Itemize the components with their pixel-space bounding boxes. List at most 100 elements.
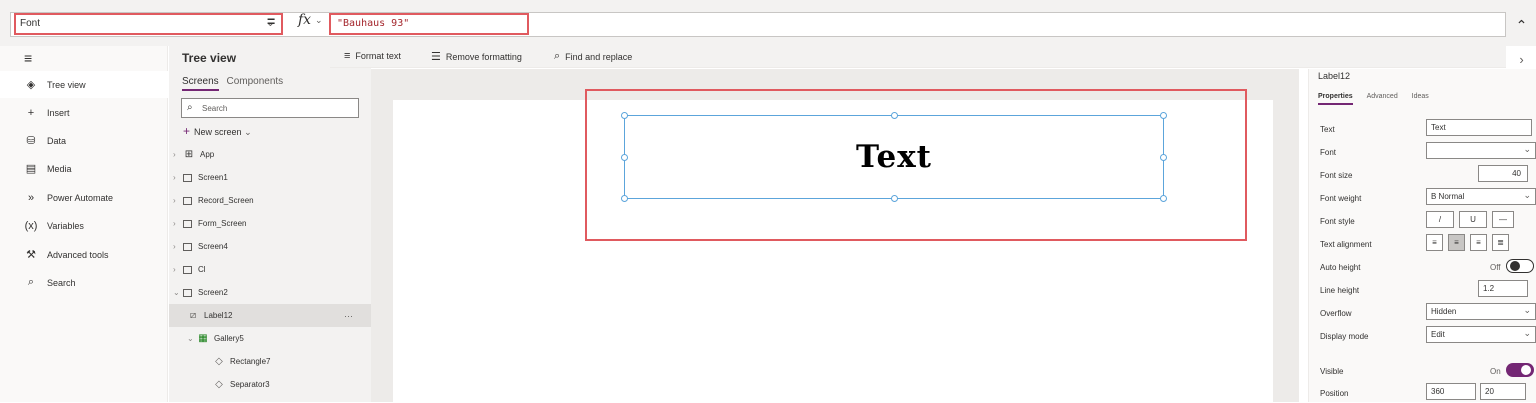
prop-label: Text	[1320, 125, 1335, 134]
font-dropdown[interactable]: ⌄	[1426, 142, 1536, 159]
screen-icon	[183, 173, 192, 182]
prop-label: Font weight	[1320, 194, 1362, 203]
font-weight-value: B Normal	[1431, 192, 1465, 201]
hamburger-icon[interactable]: ≡	[24, 50, 32, 66]
tree-search-input[interactable]: ⌕ Search	[181, 98, 359, 118]
font-size-value: 40	[1512, 169, 1521, 178]
strikethrough-button[interactable]: —	[1492, 211, 1514, 228]
property-dropdown[interactable]: Font ⌄	[14, 13, 283, 35]
search-icon: ⌕	[554, 50, 561, 62]
prop-label: Auto height	[1320, 263, 1361, 272]
resize-handle[interactable]	[1160, 195, 1167, 202]
tab-advanced[interactable]: Advanced	[1367, 93, 1398, 103]
screen-icon	[183, 196, 192, 205]
position-x-value: 360	[1431, 387, 1445, 396]
tree-row-cl[interactable]: › Cl	[169, 258, 371, 281]
align-justify-icon[interactable]: ≣	[1492, 234, 1509, 251]
line-height-input[interactable]: 1.2	[1478, 280, 1528, 297]
resize-handle[interactable]	[621, 154, 628, 161]
search-icon: ⌕	[27, 276, 35, 288]
display-mode-dropdown[interactable]: Edit ⌄	[1426, 326, 1536, 343]
prop-label: Visible	[1320, 367, 1344, 376]
tree-row-label: Cl	[198, 265, 206, 274]
underline-button[interactable]: U	[1459, 211, 1487, 228]
nav-item-tree-view[interactable]: ◈ Tree view	[0, 71, 168, 98]
fx-chevron-icon[interactable]: ⌄	[315, 15, 323, 26]
tab-ideas[interactable]: Ideas	[1412, 93, 1429, 103]
chevron-down-icon: ⌄	[187, 334, 194, 343]
toolbar-expand-button[interactable]: ›	[1507, 48, 1536, 70]
find-replace-button[interactable]: ⌕ Find and replace	[554, 50, 632, 63]
tree-row-app[interactable]: › ⊞ App	[169, 143, 371, 166]
chevron-right-icon: ›	[173, 242, 176, 251]
italic-button[interactable]: /	[1426, 211, 1454, 228]
nav-item-variables[interactable]: (x) Variables	[0, 212, 168, 239]
tab-components[interactable]: Components	[226, 76, 283, 89]
prop-label: Position	[1320, 389, 1349, 398]
resize-handle[interactable]	[891, 195, 898, 202]
resize-handle[interactable]	[891, 112, 898, 119]
formula-input[interactable]: "Bauhaus 93"	[329, 13, 529, 35]
resize-handle[interactable]	[621, 195, 628, 202]
visible-toggle[interactable]	[1506, 363, 1534, 377]
prop-font-style: Font style / U —	[1318, 211, 1536, 231]
prop-font: Font ⌄	[1318, 142, 1536, 162]
remove-formatting-button[interactable]: ☰ Remove formatting	[431, 50, 522, 63]
resize-handle[interactable]	[621, 112, 628, 119]
nav-item-data[interactable]: ⛁ Data	[0, 127, 168, 154]
new-screen-button[interactable]: + New screen ⌄	[183, 124, 252, 138]
tree-row-label: Record_Screen	[198, 196, 254, 205]
tree-row-gallery5[interactable]: ⌄ ▦ Gallery5	[169, 327, 371, 350]
auto-height-toggle[interactable]	[1506, 259, 1534, 273]
tree-row-rectangle7[interactable]: ◇ Rectangle7	[169, 350, 371, 373]
align-right-icon[interactable]: ≡	[1470, 234, 1487, 251]
chevron-down-icon: ⌄	[1523, 144, 1531, 154]
tree-row-screen1[interactable]: › Screen1	[169, 166, 371, 189]
label12-control[interactable]: Text	[621, 112, 1167, 202]
tree-row-label: App	[200, 150, 215, 159]
position-x-input[interactable]: 360	[1426, 383, 1476, 400]
text-value-input[interactable]: Text	[1426, 119, 1532, 136]
align-center-icon[interactable]: ≡	[1448, 234, 1465, 251]
chevron-right-icon: ›	[173, 173, 176, 182]
nav-item-media[interactable]: ▤ Media	[0, 155, 168, 182]
nav-item-power-automate[interactable]: » Power Automate	[0, 184, 168, 211]
tree-row-screen4[interactable]: › Screen4	[169, 235, 371, 258]
tab-screens[interactable]: Screens	[182, 76, 219, 91]
fx-icon[interactable]: fx	[298, 12, 311, 28]
tree-row-label: Screen4	[198, 242, 228, 251]
chevron-up-icon: ⌃	[1515, 17, 1528, 33]
chevron-right-icon: ›	[173, 150, 176, 159]
tree-row-separator3[interactable]: ◇ Separator3	[169, 373, 371, 396]
tree-row-form-screen[interactable]: › Form_Screen	[169, 212, 371, 235]
search-placeholder: Search	[202, 104, 228, 113]
app-icon: ⊞	[184, 149, 194, 160]
tree-row-screen2[interactable]: ⌄ Screen2	[169, 281, 371, 304]
tree-row-label12[interactable]: ⧄ Label12 ···	[169, 304, 371, 327]
tree-row-record-screen[interactable]: › Record_Screen	[169, 189, 371, 212]
prop-label: Font style	[1320, 217, 1355, 226]
tree-row-label: Gallery5	[214, 334, 244, 343]
format-text-button[interactable]: ≡ Format text	[344, 50, 401, 62]
chevron-down-icon: ⌄	[173, 288, 180, 297]
collapse-formula-button[interactable]: ⌃	[1507, 12, 1536, 39]
format-text-icon: ≡	[344, 50, 351, 62]
equals-sign: =	[267, 13, 276, 29]
plus-icon: +	[27, 106, 35, 119]
chevron-right-icon: ›	[173, 196, 176, 205]
nav-item-insert[interactable]: + Insert	[0, 99, 168, 126]
overflow-dropdown[interactable]: Hidden ⌄	[1426, 303, 1536, 320]
properties-tabs: Properties Advanced Ideas	[1318, 93, 1441, 105]
toggle-knob	[1510, 261, 1520, 271]
position-y-input[interactable]: 20	[1480, 383, 1526, 400]
font-size-input[interactable]: 40	[1478, 165, 1528, 182]
nav-item-search[interactable]: ⌕ Search	[0, 269, 168, 296]
font-weight-dropdown[interactable]: B Normal ⌄	[1426, 188, 1536, 205]
tab-properties[interactable]: Properties	[1318, 93, 1353, 105]
resize-handle[interactable]	[1160, 112, 1167, 119]
align-left-icon[interactable]: ≡	[1426, 234, 1443, 251]
resize-handle[interactable]	[1160, 154, 1167, 161]
nav-item-advanced-tools[interactable]: ⚒ Advanced tools	[0, 241, 168, 268]
more-options-icon[interactable]: ···	[344, 311, 353, 321]
control-name: Label12	[1318, 71, 1351, 81]
